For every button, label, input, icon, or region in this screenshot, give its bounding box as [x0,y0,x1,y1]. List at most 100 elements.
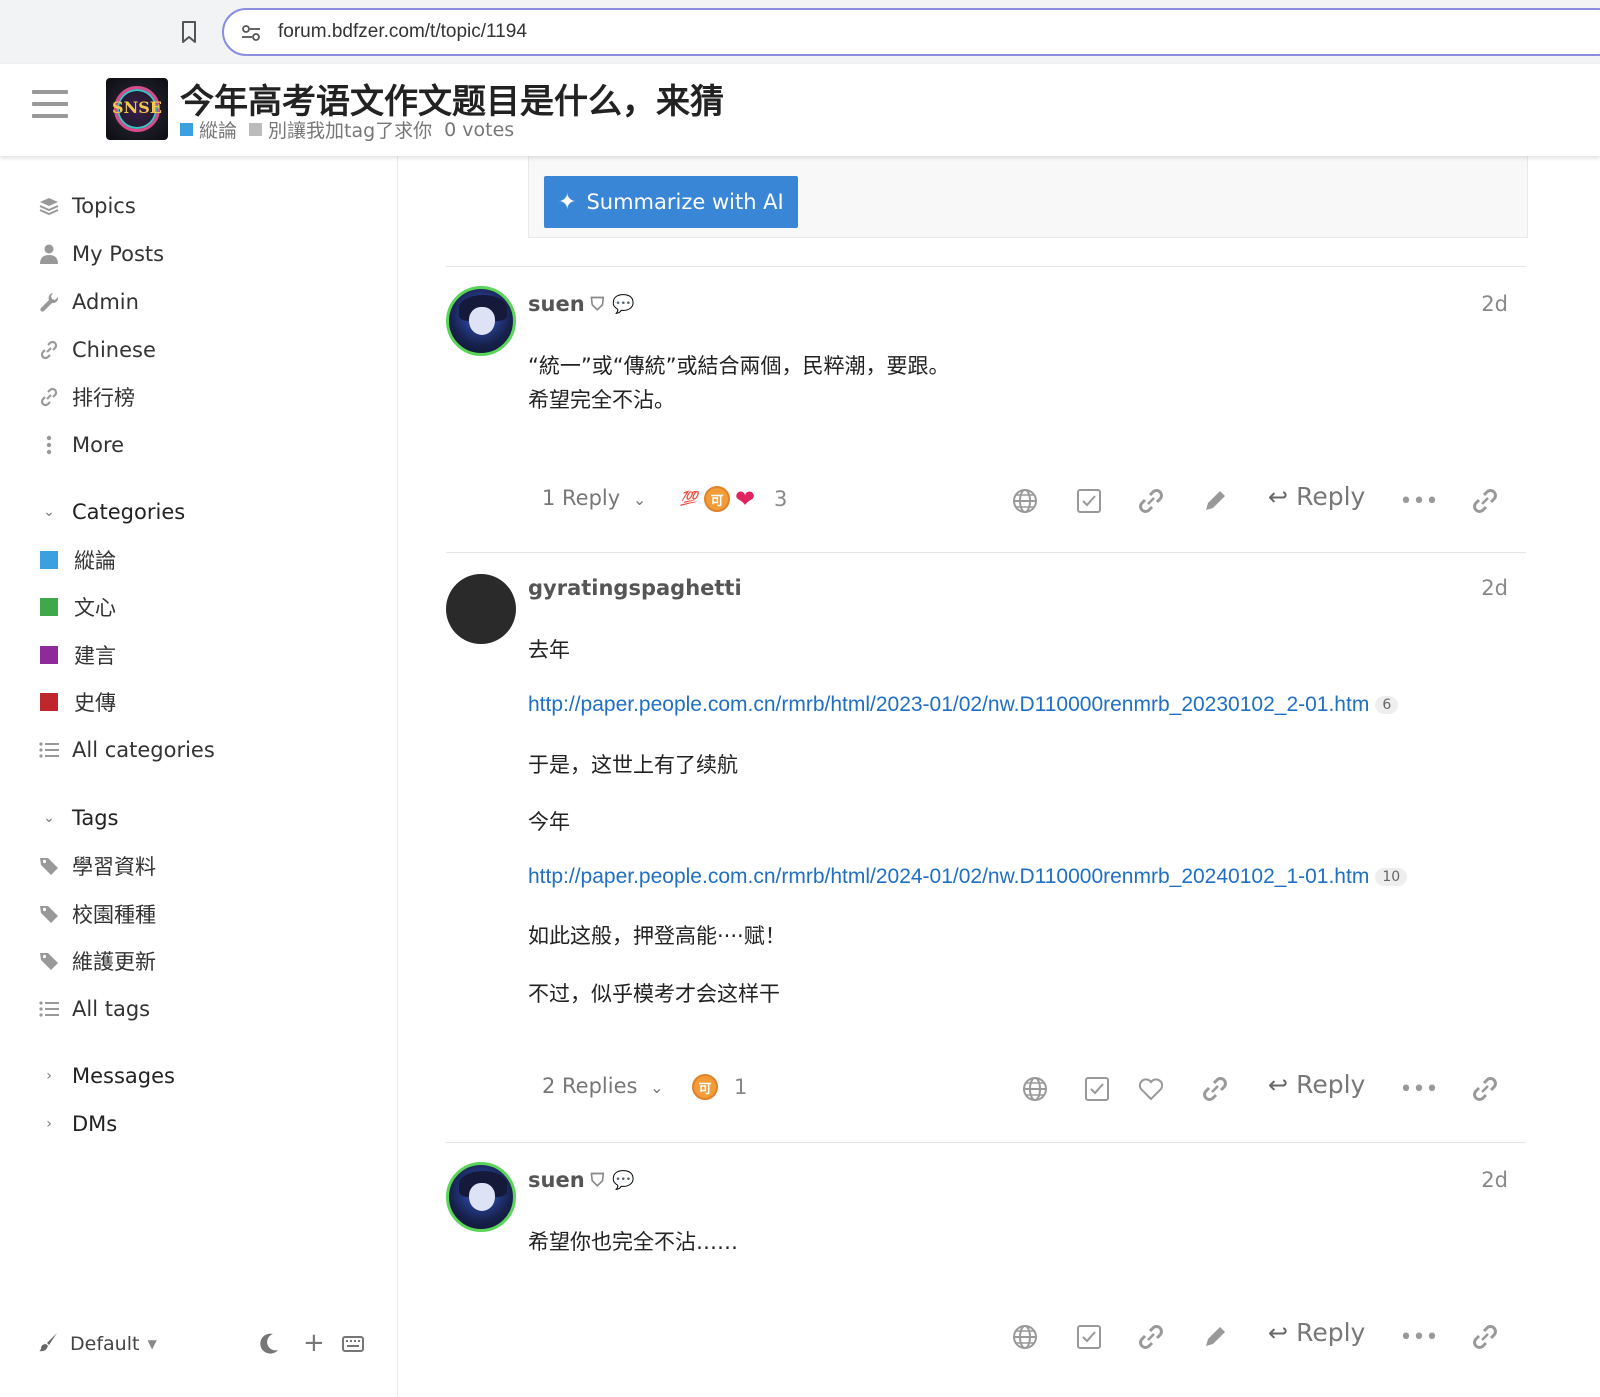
post-username[interactable]: gyratingspaghetti [528,576,742,600]
hamburger-menu-icon[interactable] [32,90,68,122]
sidebar-item-more[interactable]: More [38,427,124,463]
sidebar-category-zonglun[interactable]: 縱論 [38,542,116,578]
site-logo[interactable]: SNSE [106,78,168,140]
browser-toolbar: forum.bdfzer.com/t/topic/1194 [0,0,1600,64]
avatar[interactable] [446,574,516,644]
reactions[interactable]: 💯 可 ❤ 3 [676,485,787,513]
shield-icon: ⛉ [590,293,605,315]
post-username[interactable]: suen ⛉ 💬 [528,1168,635,1192]
tune-icon[interactable] [240,22,262,44]
shield-icon: ⛉ [590,1169,605,1191]
sidebar-section-dms[interactable]: › DMs [38,1106,117,1142]
post-text: “統一”或“傳統”或結合兩個，民粹潮，要跟。 [528,354,950,378]
reply-button[interactable]: ↩ Reply [1268,1318,1365,1347]
sidebar-tag-campus[interactable]: 校園種種 [38,896,156,932]
votes-count: 0 votes [444,118,515,141]
caret-down-icon: ▼ [147,1337,157,1351]
link-click-count: 6 [1375,696,1399,714]
edit-pencil-icon[interactable] [1198,484,1232,518]
reply-arrow-icon: ↩ [1268,482,1289,511]
category-color-square [40,693,58,711]
sidebar-category-shizhuan[interactable]: 史傳 [38,684,116,720]
share-link-icon[interactable] [1468,484,1502,518]
post-date[interactable]: 2d [1481,292,1508,316]
chevron-down-icon: ⌄ [650,1078,664,1097]
edit-pencil-icon[interactable] [1198,1320,1232,1354]
sidebar-item-chinese[interactable]: Chinese [38,332,156,368]
list-icon [38,998,60,1020]
category-color-square [40,646,58,664]
reactions[interactable]: 可 1 [692,1074,747,1100]
post-actions: 2 Replies ⌄ 可 1 ↩ Reply ••• [528,1066,1526,1110]
sidebar-all-tags[interactable]: All tags [38,991,150,1027]
chevron-right-icon: › [46,1116,52,1132]
more-ellipsis-icon[interactable]: ••• [1400,1072,1439,1106]
sidebar-category-jianyan[interactable]: 建言 [38,637,116,673]
post-date[interactable]: 2d [1481,1168,1508,1192]
topic-map: ✦ Summarize with AI [528,156,1528,238]
post-text: 希望你也完全不沾…… [528,1230,738,1254]
hundred-points-emoji: 💯 [680,491,698,507]
avatar[interactable] [446,1162,516,1232]
topic-meta: 縱論 別讓我加tag了求你 0 votes [180,116,526,143]
sidebar-all-categories[interactable]: All categories [38,732,215,768]
sidebar-category-wenxin[interactable]: 文心 [38,589,116,625]
solution-checkbox-icon[interactable] [1072,484,1106,518]
more-ellipsis-icon[interactable]: ••• [1400,1320,1439,1354]
reply-button[interactable]: ↩ Reply [1268,482,1365,511]
link-icon [38,339,60,361]
sidebar-section-messages[interactable]: › Messages [38,1058,175,1094]
address-bar[interactable]: forum.bdfzer.com/t/topic/1194 [222,8,1600,56]
solution-checkbox-icon[interactable] [1072,1320,1106,1354]
like-heart-icon[interactable] [1134,1072,1168,1106]
post-username[interactable]: suen ⛉ 💬 [528,292,635,316]
chevron-right-icon: › [46,1068,52,1084]
post-link[interactable]: http://paper.people.com.cn/rmrb/html/202… [528,693,1369,716]
post-divider [446,1142,1526,1143]
post-date[interactable]: 2d [1481,576,1508,600]
more-ellipsis-icon[interactable]: ••• [1400,484,1439,518]
solution-checkbox-icon[interactable] [1080,1072,1114,1106]
sidebar-section-tags[interactable]: ⌄ Tags [38,800,118,836]
summarize-ai-button[interactable]: ✦ Summarize with AI [544,176,798,228]
sidebar-item-my-posts[interactable]: My Posts [38,236,164,272]
sidebar-item-admin[interactable]: Admin [38,284,139,320]
replies-toggle[interactable]: 2 Replies ⌄ [542,1074,664,1098]
tag-badge[interactable]: 別讓我加tag了求你 [249,116,432,143]
bookmark-icon[interactable] [178,20,200,44]
ellipsis-vertical-icon [38,434,60,456]
category-color-square [40,551,58,569]
category-badge[interactable]: 縱論 [180,116,237,143]
reply-button[interactable]: ↩ Reply [1268,1070,1365,1099]
chevron-down-icon: ⌄ [632,490,647,509]
post-text: 去年 [528,638,570,662]
post-text: 如此这般，押登高能····赋！ [528,924,786,948]
link-icon[interactable] [1134,484,1168,518]
sidebar-section-categories[interactable]: ⌄ Categories [38,494,185,530]
url-text: forum.bdfzer.com/t/topic/1194 [278,21,527,42]
link-icon[interactable] [1134,1320,1168,1354]
avatar[interactable] [446,286,516,356]
replies-toggle[interactable]: 1 Reply ⌄ [542,486,646,510]
coin-emoji: 可 [692,1074,718,1100]
share-link-icon[interactable] [1468,1072,1502,1106]
plus-icon[interactable]: + [303,1330,325,1356]
link-icon[interactable] [1198,1072,1232,1106]
translate-globe-icon[interactable] [1008,1320,1042,1354]
chevron-down-icon: ⌄ [43,504,55,520]
sidebar-item-topics[interactable]: Topics [38,188,136,224]
sidebar-item-leaderboard[interactable]: 排行榜 [38,379,135,415]
tag-icon [38,903,60,925]
share-link-icon[interactable] [1468,1320,1502,1354]
keyboard-icon[interactable] [342,1335,364,1357]
topic-main: ✦ Summarize with AI suen ⛉ 💬 2d “統一”或“傳統… [398,156,1600,1397]
theme-selector[interactable]: Default ▼ [70,1333,157,1355]
post-link-row: http://paper.people.com.cn/rmrb/html/202… [528,692,1399,717]
post-link[interactable]: http://paper.people.com.cn/rmrb/html/202… [528,865,1369,888]
post-text: 于是，这世上有了续航 [528,753,738,777]
translate-globe-icon[interactable] [1008,484,1042,518]
translate-globe-icon[interactable] [1018,1072,1052,1106]
sidebar-tag-study-materials[interactable]: 學習資料 [38,848,156,884]
moon-icon[interactable] [258,1332,280,1359]
sidebar-tag-maintenance[interactable]: 維護更新 [38,943,156,979]
